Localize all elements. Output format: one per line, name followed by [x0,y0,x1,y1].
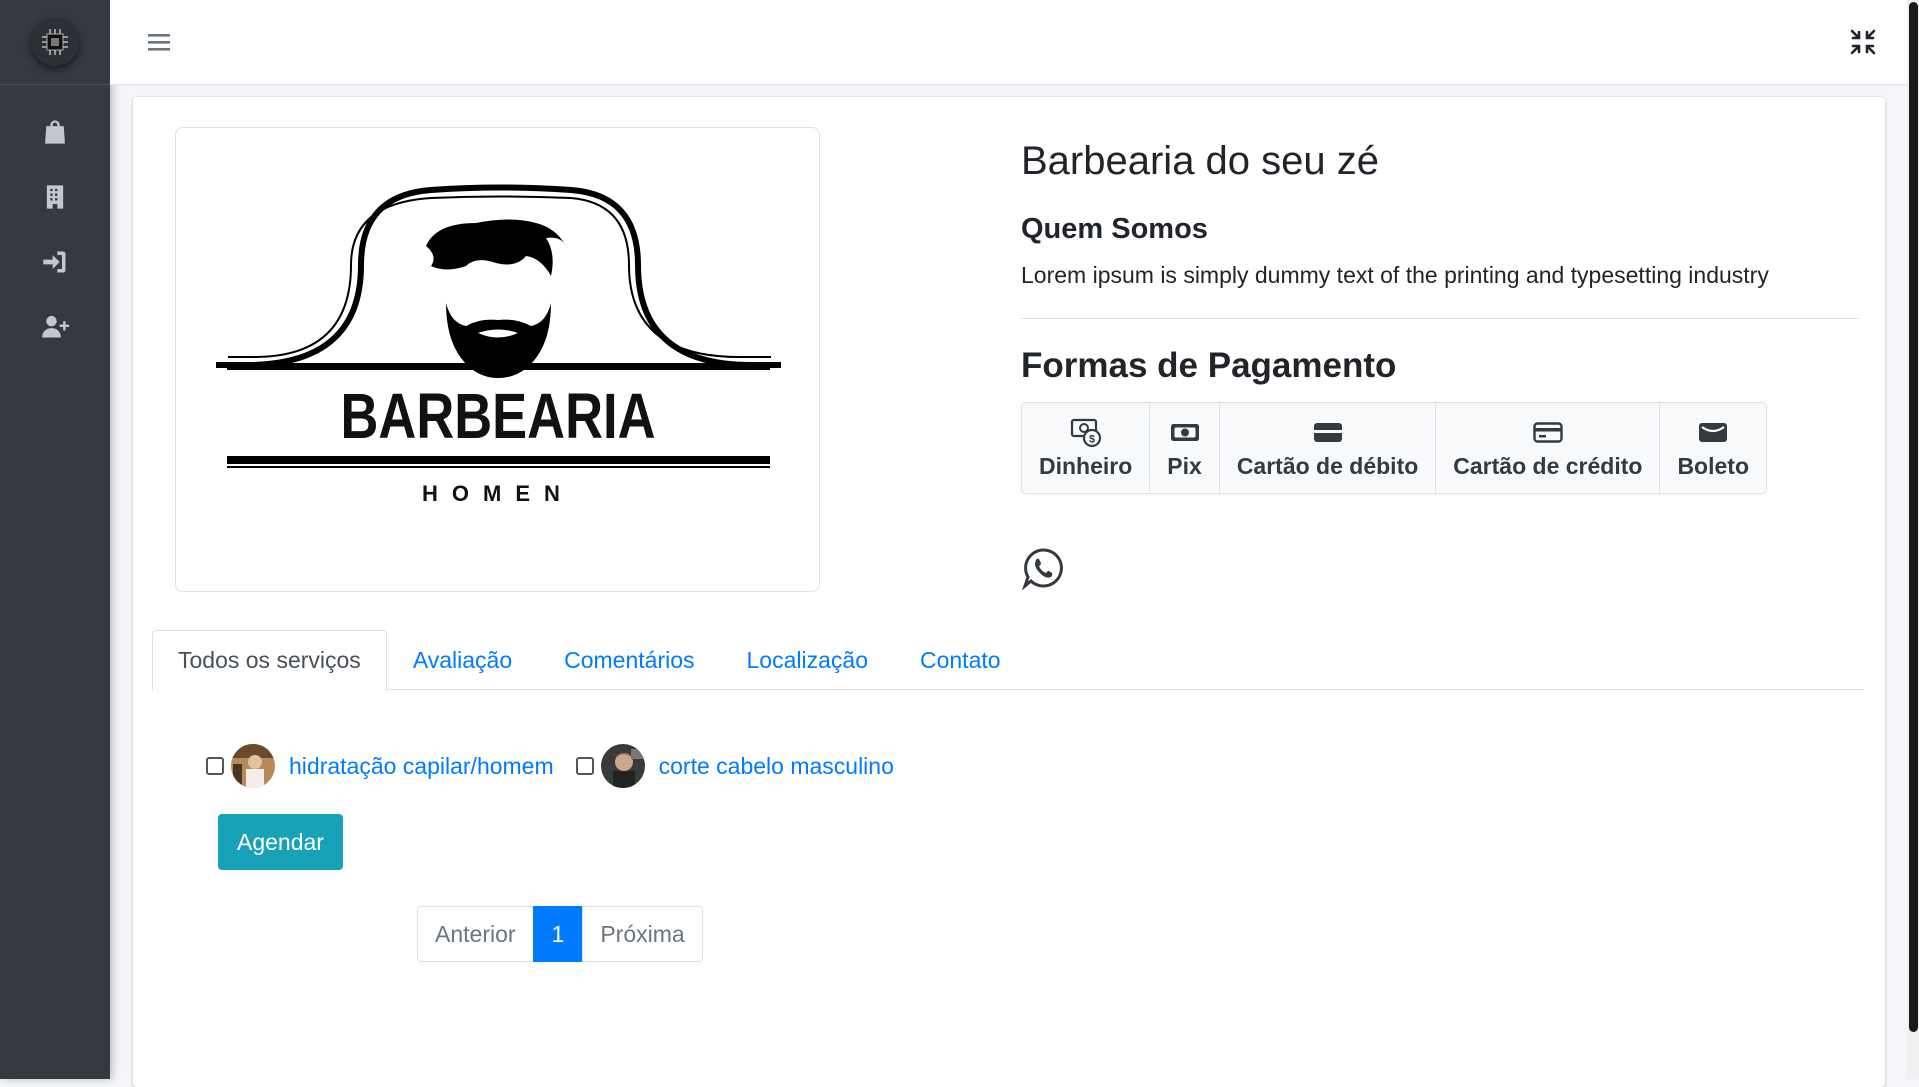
service-item: hidratação capilar/homem [206,744,554,788]
payment-method-cash[interactable]: $ Dinheiro [1022,402,1151,493]
banknote-icon [1170,424,1199,442]
payment-label: Boleto [1677,453,1749,480]
svg-text:$: $ [1089,434,1095,446]
payment-method-pix[interactable]: Pix [1150,402,1220,493]
sidebar-item-login[interactable] [0,229,110,294]
credit-card-icon [1533,422,1563,443]
service-thumbnail [600,744,645,788]
payment-methods: $ Dinheiro Pix Cartão de débito Cartão d… [1021,401,1767,494]
schedule-button[interactable]: Agendar [218,814,343,870]
money-icon: $ [1070,419,1101,448]
shop-card: BARBEARIA HOMEN Barbearia do seu zé Quem… [133,97,1885,1087]
wallet-icon [1699,423,1728,443]
building-icon [46,184,64,209]
payment-heading: Formas de Pagamento [1021,345,1397,385]
shop-title: Barbearia do seu zé [1021,139,1380,183]
services-list: hidratação capilar/homem corte cabelo ma… [206,744,916,788]
user-plus-icon [42,315,69,337]
sidebar-item-company[interactable] [0,164,110,229]
pagination: Anterior 1 Próxima [417,906,703,962]
tab-rating[interactable]: Avaliação [387,630,538,691]
tabs: Todos os serviços Avaliação Comentários … [152,630,1864,691]
logo-wordmark: BARBEARIA [341,380,656,452]
pagination-next[interactable]: Próxima [582,906,703,962]
payment-label: Pix [1167,453,1202,480]
service-item: corte cabelo masculino [575,744,894,788]
hamburger-menu-icon[interactable] [145,28,175,56]
payment-label: Cartão de débito [1236,453,1419,480]
shopping-bag-icon [45,119,65,144]
compress-icon[interactable] [1849,28,1877,56]
divider [1021,317,1859,319]
tab-comments[interactable]: Comentários [538,630,720,691]
brand-logo[interactable] [31,18,79,66]
sign-in-icon [43,251,66,272]
about-heading: Quem Somos [1021,213,1208,245]
sidebar-nav [0,85,110,359]
sidebar [0,0,110,1079]
service-checkbox[interactable] [575,757,594,775]
shop-info: Barbearia do seu zé Quem Somos Lorem ips… [1021,137,1859,494]
sidebar-brand[interactable] [0,0,110,85]
pagination-page-current[interactable]: 1 [532,906,584,962]
tab-contact[interactable]: Contato [894,630,1027,691]
sidebar-item-register[interactable] [0,294,110,359]
top-navbar [110,0,1907,85]
payment-method-credit[interactable]: Cartão de crédito [1436,402,1661,493]
payment-method-boleto[interactable]: Boleto [1660,403,1766,493]
service-checkbox[interactable] [206,757,224,775]
scrollbar-thumb[interactable] [1909,2,1918,1032]
service-link[interactable]: corte cabelo masculino [659,753,894,780]
pagination-prev[interactable]: Anterior [417,906,534,962]
payment-method-debit[interactable]: Cartão de débito [1220,402,1437,493]
shop-logo: BARBEARIA HOMEN [175,127,820,592]
service-thumbnail [231,744,275,788]
tab-all-services[interactable]: Todos os serviços [152,630,387,691]
whatsapp-icon[interactable] [1021,546,1065,590]
debit-card-icon [1313,423,1342,443]
sidebar-item-shop[interactable] [0,99,110,164]
payment-label: Dinheiro [1039,453,1133,480]
logo-subtitle: HOMEN [422,481,574,506]
about-text: Lorem ipsum is simply dummy text of the … [1021,261,1769,288]
tab-location[interactable]: Localização [721,630,894,691]
payment-label: Cartão de crédito [1453,453,1643,480]
service-link[interactable]: hidratação capilar/homem [289,753,554,780]
